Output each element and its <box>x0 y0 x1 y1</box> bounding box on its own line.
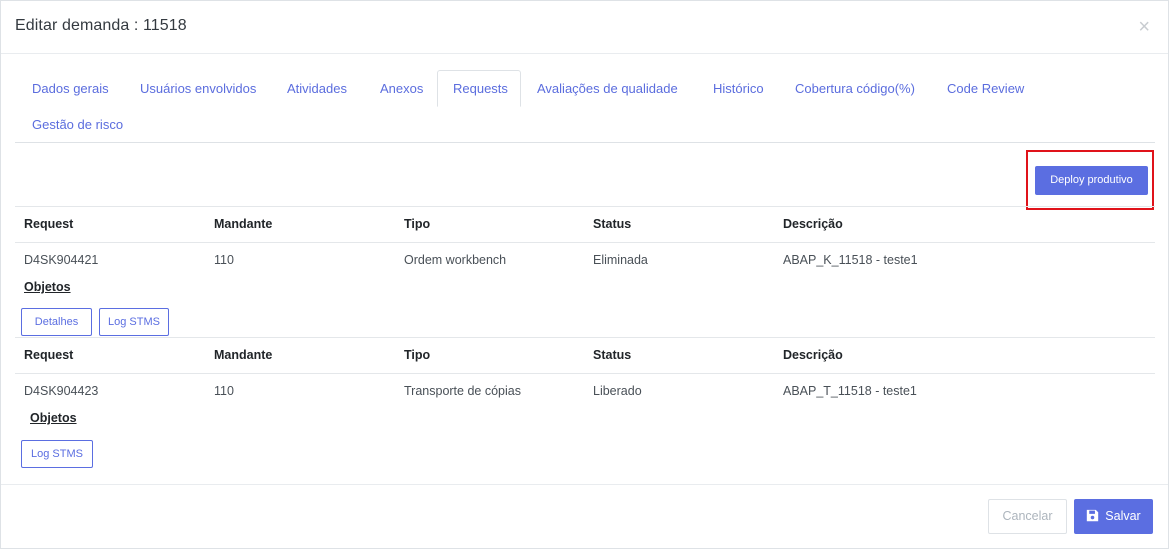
request-status: Liberado <box>593 384 642 398</box>
tab-cobertura-codigo[interactable]: Cobertura código(%) <box>779 70 931 107</box>
request-descricao: ABAP_K_11518 - teste1 <box>783 253 918 267</box>
log-stms-button[interactable]: Log STMS <box>99 308 169 336</box>
col-header-request: Request <box>24 348 74 362</box>
col-header-status: Status <box>593 217 632 231</box>
col-header-descricao: Descrição <box>783 217 843 231</box>
cancel-button[interactable]: Cancelar <box>988 499 1067 534</box>
footer-divider <box>1 484 1168 485</box>
modal-title: Editar demanda : 11518 <box>15 17 187 34</box>
save-button[interactable]: Salvar <box>1074 499 1153 534</box>
tab-anexos[interactable]: Anexos <box>364 70 439 107</box>
col-header-mandante: Mandante <box>214 217 273 231</box>
tabs-row-2: Gestão de risco <box>15 106 1155 142</box>
tab-historico[interactable]: Histórico <box>697 70 780 107</box>
tabs-row-1: Dados gerais Usuários envolvidos Ativida… <box>15 70 1155 107</box>
col-header-tipo: Tipo <box>404 217 431 231</box>
modal-header: Editar demanda : 11518 × <box>1 1 1168 54</box>
col-header-status: Status <box>593 348 632 362</box>
request-descricao: ABAP_T_11518 - teste1 <box>783 384 917 398</box>
divider <box>15 206 1155 207</box>
save-button-label: Salvar <box>1105 509 1141 523</box>
detalhes-button[interactable]: Detalhes <box>21 308 92 336</box>
tab-code-review[interactable]: Code Review <box>931 70 1040 107</box>
deploy-produtivo-button[interactable]: Deploy produtivo <box>1035 166 1148 195</box>
col-header-tipo: Tipo <box>404 348 431 362</box>
edit-demand-modal: Editar demanda : 11518 × Dados gerais Us… <box>0 0 1169 549</box>
tabs-divider <box>15 142 1155 143</box>
request-status: Eliminada <box>593 253 648 267</box>
divider <box>15 373 1155 374</box>
request-mandante: 110 <box>214 384 234 398</box>
request-id: D4SK904423 <box>24 384 99 398</box>
log-stms-button[interactable]: Log STMS <box>21 440 93 468</box>
col-header-descricao: Descrição <box>783 348 843 362</box>
col-header-mandante: Mandante <box>214 348 273 362</box>
tab-avaliacoes-qualidade[interactable]: Avaliações de qualidade <box>521 70 694 107</box>
request-tipo: Transporte de cópias <box>404 384 521 398</box>
request-id: D4SK904421 <box>24 253 99 267</box>
floppy-disk-icon <box>1087 509 1099 522</box>
tab-requests[interactable]: Requests <box>437 70 521 107</box>
request-mandante: 110 <box>214 253 234 267</box>
col-header-request: Request <box>24 217 74 231</box>
tab-dados-gerais[interactable]: Dados gerais <box>16 70 125 107</box>
divider <box>15 242 1155 243</box>
tab-gestao-risco[interactable]: Gestão de risco <box>16 106 139 143</box>
tab-usuarios-envolvidos[interactable]: Usuários envolvidos <box>124 70 272 107</box>
divider <box>15 337 1155 338</box>
objetos-link[interactable]: Objetos <box>30 411 77 425</box>
close-icon[interactable]: × <box>1138 16 1150 38</box>
request-tipo: Ordem workbench <box>404 253 507 267</box>
tab-atividades[interactable]: Atividades <box>271 70 363 107</box>
objetos-link[interactable]: Objetos <box>24 280 71 294</box>
